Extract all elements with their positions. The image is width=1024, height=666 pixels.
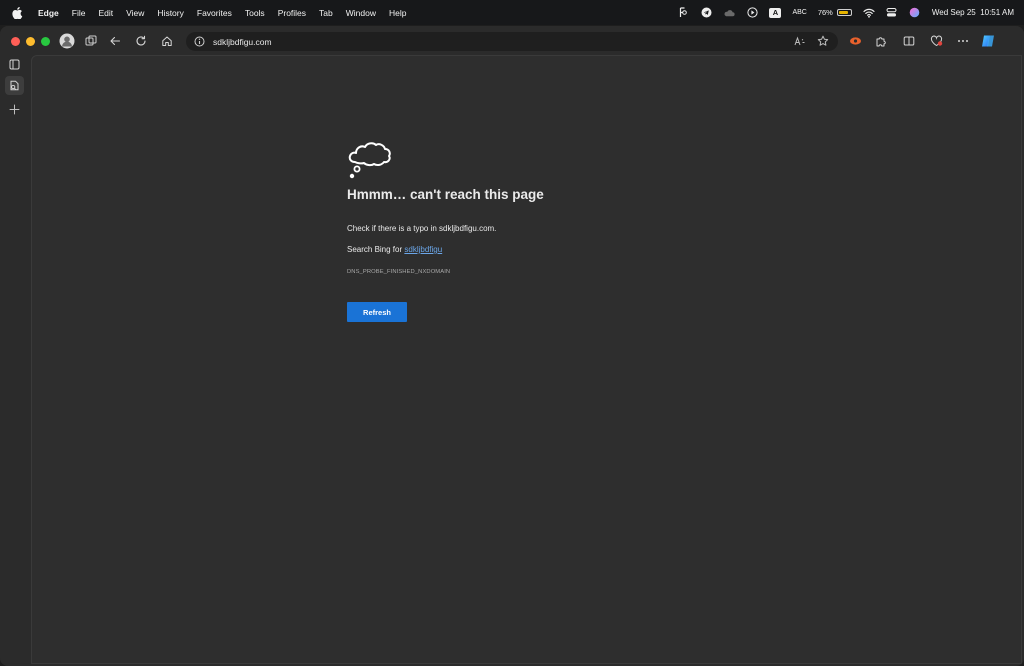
search-bing-link[interactable]: sdkljbdfigu [404,245,442,254]
extensions-icon[interactable] [870,30,892,52]
reload-button[interactable] [130,30,152,52]
menubar-clock[interactable]: Wed Sep 25 10:51 AM [932,8,1014,17]
error-code: DNS_PROBE_FINISHED_NXDOMAIN [347,269,451,275]
profile-avatar[interactable] [56,30,78,52]
address-bar[interactable]: sdkljbdfigu.com [186,32,838,51]
text-input-icon[interactable]: A [769,7,782,19]
close-window-button[interactable] [11,36,20,46]
browser-window: sdkljbdfigu.com Hmmm… can't reach this p… [0,26,1024,666]
error-panel: Hmmm… can't reach this page Check if the… [347,138,747,322]
cloud-icon[interactable] [723,7,736,19]
page-content: Hmmm… can't reach this page Check if the… [31,55,1022,664]
play-circle-icon[interactable] [746,7,758,19]
menu-edge[interactable]: Edge [38,8,59,18]
thought-cloud-icon [347,138,395,191]
battery-percent: 76% [817,8,833,17]
wifi-icon[interactable] [863,7,875,19]
split-screen-icon[interactable] [898,30,920,52]
copilot-icon[interactable] [977,30,999,52]
menu-tab[interactable]: Tab [319,8,333,18]
battery-status[interactable]: 76% [818,8,852,17]
site-info-icon[interactable] [194,36,205,47]
menu-history[interactable]: History [157,8,183,18]
siri-icon[interactable] [909,7,921,19]
error-title: Hmmm… can't reach this page [347,187,544,202]
home-button[interactable] [156,30,178,52]
more-options-icon[interactable] [952,30,974,52]
error-page-icon [10,80,19,91]
star-icon[interactable] [817,35,829,47]
new-tab-button[interactable] [9,104,20,115]
apple-icon[interactable] [12,6,24,19]
extension-orange-icon[interactable] [844,30,866,52]
typo-hint: Check if there is a typo in sdkljbdfigu.… [347,224,497,233]
active-tab[interactable] [5,76,24,95]
menu-help[interactable]: Help [389,8,406,18]
menu-file[interactable]: File [72,8,86,18]
telegram-icon[interactable] [700,7,712,19]
menu-favorites[interactable]: Favorites [197,8,232,18]
url-text[interactable]: sdkljbdfigu.com [213,37,272,47]
input-source-label[interactable]: ABC [792,9,806,16]
back-button[interactable] [104,30,126,52]
menu-profiles[interactable]: Profiles [278,8,306,18]
menu-window[interactable]: Window [346,8,376,18]
control-center-icon[interactable] [886,7,898,19]
workspaces-icon[interactable] [80,30,102,52]
figma-icon[interactable] [677,7,689,19]
browser-essentials-icon[interactable] [925,30,947,52]
battery-icon [836,9,852,16]
window-controls [11,36,50,46]
maximize-window-button[interactable] [41,36,50,46]
search-prefix: Search Bing for [347,245,405,254]
minimize-window-button[interactable] [26,36,35,46]
search-suggestion: Search Bing for sdkljbdfigu [347,245,747,254]
read-aloud-icon[interactable] [794,36,806,47]
menu-view[interactable]: View [126,8,144,18]
status-area: A ABC 76% Wed Sep 25 10:51 AM [677,0,1014,25]
macos-menubar: Edge File Edit View History Favorites To… [0,0,1024,25]
tab-actions-icon[interactable] [9,59,20,70]
menu-edit[interactable]: Edit [98,8,113,18]
vertical-tabs-sidebar [0,56,30,666]
refresh-button[interactable]: Refresh [347,302,407,322]
menu-tools[interactable]: Tools [245,8,265,18]
browser-toolbar: sdkljbdfigu.com [0,26,1024,56]
